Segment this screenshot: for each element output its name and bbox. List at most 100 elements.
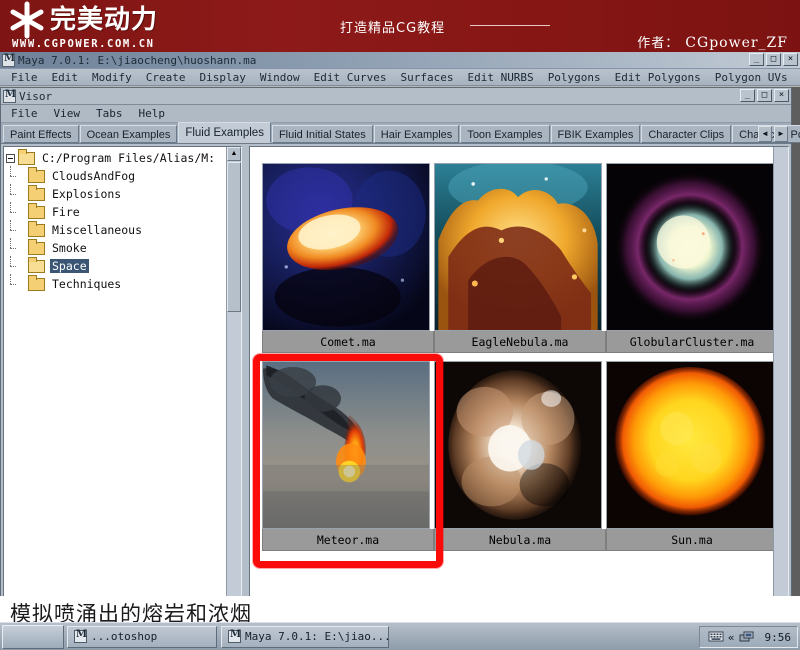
tree-row-smoke[interactable]: Smoke	[6, 238, 241, 257]
visor-minimize-button[interactable]: _	[740, 89, 755, 102]
tab-fbik-examples[interactable]: FBIK Examples	[550, 125, 641, 143]
tab-toon-examples[interactable]: Toon Examples	[460, 125, 550, 143]
tray-chevron-icon[interactable]: «	[728, 631, 735, 644]
folder-tree-pane[interactable]: C:/Program Files/Alias/M: CloudsAndFog E	[3, 146, 242, 607]
tab-paint-effects[interactable]: Paint Effects	[3, 125, 79, 143]
tree-item-label: CloudsAndFog	[52, 169, 136, 183]
visor-menu-help[interactable]: Help	[131, 107, 174, 120]
thumbnail-item-meteor[interactable]: Meteor.ma	[253, 354, 443, 568]
comet-preview-image	[262, 163, 430, 331]
visor-menu-tabs[interactable]: Tabs	[88, 107, 131, 120]
visor-menu-view[interactable]: View	[46, 107, 89, 120]
maya-app-icon	[2, 53, 15, 67]
star-logo-icon	[8, 1, 46, 39]
menu-edit-polygons[interactable]: Edit Polygons	[608, 71, 708, 84]
brand-url: WWW.CGPOWER.COM.CN	[12, 38, 155, 50]
nebula-preview-image	[434, 361, 602, 529]
tree-item-label: Smoke	[52, 241, 87, 255]
menu-window[interactable]: Window	[253, 71, 307, 84]
menu-edit-nurbs[interactable]: Edit NURBS	[460, 71, 540, 84]
visor-close-button[interactable]: ×	[774, 89, 789, 102]
banner-author: 作者： CGpower_ZF	[637, 32, 788, 51]
thumbnail-item-nebula[interactable]: Nebula.ma	[434, 361, 606, 551]
tree-indent	[6, 238, 28, 257]
pane-splitter[interactable]	[242, 146, 249, 607]
network-icon[interactable]	[739, 630, 755, 644]
tab-hair-examples[interactable]: Hair Examples	[373, 125, 460, 143]
folder-icon	[28, 202, 45, 219]
tab-fluid-initial-states[interactable]: Fluid Initial States	[271, 125, 373, 143]
menu-file[interactable]: File	[4, 71, 45, 84]
tree-row-cloudsandfog[interactable]: CloudsAndFog	[6, 166, 241, 185]
tree-row-techniques[interactable]: Techniques	[6, 274, 241, 293]
author-name: CGpower_ZF	[685, 35, 788, 51]
tab-scroll-left-button[interactable]: ◄	[758, 126, 772, 142]
visor-menubar: File View Tabs Help	[1, 105, 791, 123]
taskbar-item-label: ...otoshop	[91, 630, 158, 643]
menu-polygons[interactable]: Polygons	[541, 71, 608, 84]
thumbnail-item-comet[interactable]: Comet.ma	[262, 163, 434, 353]
visor-tabstrip: Paint Effects Ocean Examples Fluid Examp…	[1, 122, 800, 144]
menu-modify[interactable]: Modify	[85, 71, 139, 84]
tree-row-fire[interactable]: Fire	[6, 202, 241, 221]
tree-indent	[6, 256, 28, 275]
folder-tree: C:/Program Files/Alias/M: CloudsAndFog E	[4, 147, 241, 293]
taskbar-item-label: Maya 7.0.1: E:\jiao...	[245, 630, 391, 643]
tab-ocean-examples[interactable]: Ocean Examples	[79, 125, 178, 143]
scrollbar-thumb[interactable]	[227, 162, 241, 312]
tree-row-space[interactable]: Space	[6, 256, 241, 275]
maya-titlebar[interactable]: Maya 7.0.1: E:\jiaocheng\huoshann.ma _ □…	[0, 52, 800, 69]
tree-item-label: Miscellaneous	[52, 223, 143, 237]
windows-taskbar: ...otoshop Maya 7.0.1: E:\jiao...	[0, 622, 800, 650]
thumbnail-vertical-scrollbar[interactable]	[773, 147, 788, 606]
tray-clock[interactable]: 9:56	[765, 631, 792, 644]
sun-preview-image	[606, 361, 774, 529]
visor-window-controls: _ □ ×	[740, 89, 789, 102]
menu-edit[interactable]: Edit	[45, 71, 86, 84]
thumbnail-caption: EagleNebula.ma	[434, 331, 606, 353]
tab-character-clips[interactable]: Character Clips	[641, 125, 732, 143]
visor-titlebar[interactable]: Visor _ □ ×	[1, 88, 791, 105]
tab-scroll-right-button[interactable]: ►	[774, 126, 788, 142]
maya-minimize-button[interactable]: _	[749, 53, 764, 66]
folder-icon	[28, 274, 45, 291]
tab-fluid-examples[interactable]: Fluid Examples	[178, 122, 271, 143]
folder-icon	[28, 220, 45, 237]
thumbnail-item-sun[interactable]: Sun.ma	[606, 361, 778, 551]
visor-menu-file[interactable]: File	[3, 107, 46, 120]
tree-item-label-selected: Space	[50, 259, 89, 273]
tree-indent	[6, 166, 28, 185]
menu-display[interactable]: Display	[193, 71, 253, 84]
taskbar-item-photoshop[interactable]: ...otoshop	[67, 625, 217, 648]
maya-close-button[interactable]: ×	[783, 53, 798, 66]
collapse-icon[interactable]	[6, 153, 15, 163]
site-banner: 完美动力 WWW.CGPOWER.COM.CN 打造精品CG教程 作者： CGpo…	[0, 0, 800, 52]
tree-row-root[interactable]: C:/Program Files/Alias/M:	[6, 148, 241, 167]
tree-row-miscellaneous[interactable]: Miscellaneous	[6, 220, 241, 239]
brand-logo: 完美动力	[8, 1, 158, 39]
maya-restore-button[interactable]: □	[766, 53, 781, 66]
maya-icon	[228, 629, 241, 643]
menu-create[interactable]: Create	[139, 71, 193, 84]
tree-row-explosions[interactable]: Explosions	[6, 184, 241, 203]
tab-scroll-controls: ◄ ►	[758, 126, 788, 142]
thumbnail-item-globularcluster[interactable]: GlobularCluster.ma	[606, 163, 778, 353]
tree-indent	[6, 274, 28, 293]
visor-restore-button[interactable]: □	[757, 89, 772, 102]
start-button[interactable]	[2, 624, 64, 649]
scroll-up-icon[interactable]: ▲	[227, 147, 241, 161]
tree-indent	[6, 184, 28, 203]
keyboard-icon[interactable]	[708, 630, 724, 644]
thumbnail-grid: Comet.ma EagleNebula.ma GlobularCluster.…	[253, 163, 778, 568]
tree-vertical-scrollbar[interactable]: ▲	[226, 147, 241, 606]
menu-edit-curves[interactable]: Edit Curves	[307, 71, 394, 84]
visor-app-icon	[3, 89, 16, 103]
menu-surfaces[interactable]: Surfaces	[393, 71, 460, 84]
tree-item-label: Techniques	[52, 277, 122, 291]
visor-window: Visor _ □ × File View Tabs Help Paint Ef…	[0, 87, 800, 610]
brand-name: 完美动力	[50, 5, 159, 35]
thumbnail-item-eaglenebula[interactable]: EagleNebula.ma	[434, 163, 606, 353]
thumbnail-caption: Meteor.ma	[262, 529, 434, 551]
menu-polygon-uvs[interactable]: Polygon UVs	[708, 71, 795, 84]
taskbar-item-maya[interactable]: Maya 7.0.1: E:\jiao...	[221, 625, 391, 648]
